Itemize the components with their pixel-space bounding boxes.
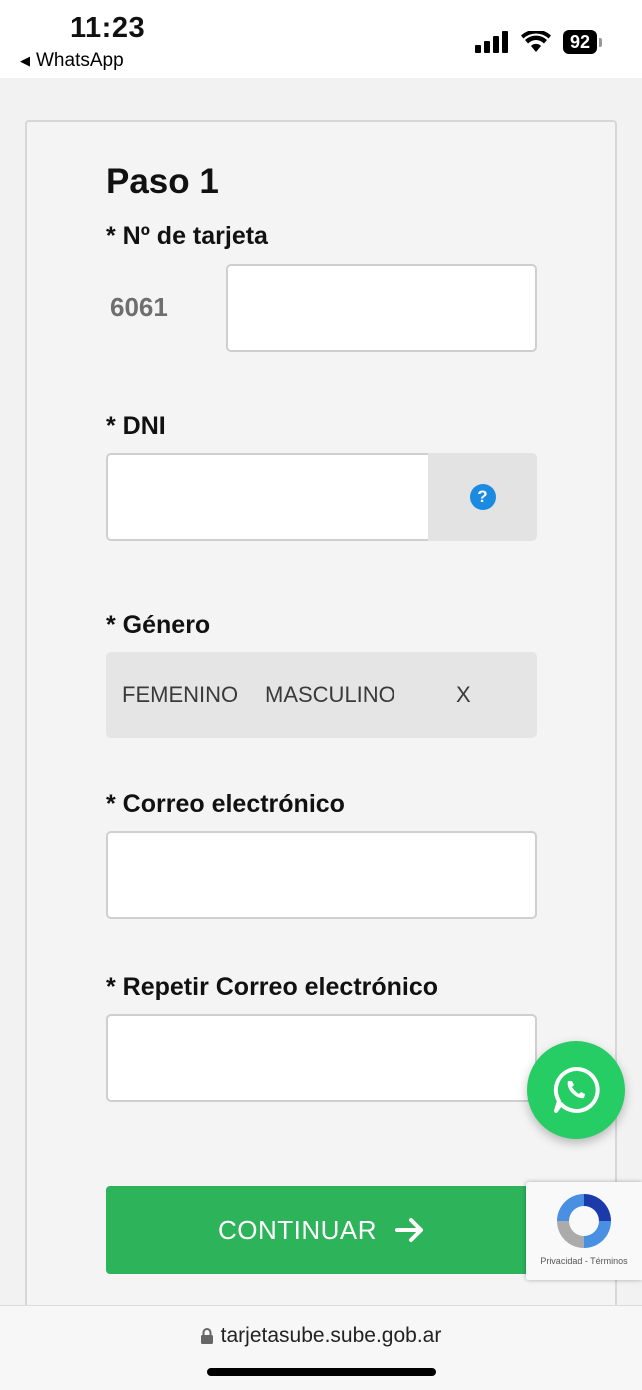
email-repeat-input[interactable]	[106, 1014, 537, 1102]
gender-option-femenino[interactable]: FEMENINO	[122, 682, 252, 708]
continue-label: CONTINUAR	[217, 1214, 378, 1245]
whatsapp-icon	[553, 1066, 600, 1113]
dni-label: * DNI	[106, 412, 166, 440]
card-number-prefix: 6061	[110, 292, 168, 322]
gender-option-masculino[interactable]: MASCULINO	[265, 682, 394, 708]
continue-button[interactable]: CONTINUAR	[106, 1186, 537, 1274]
status-icons: 92	[474, 30, 602, 54]
battery-nub	[599, 37, 602, 47]
dni-input[interactable]	[106, 453, 430, 541]
status-bar: 11:23 ◀ WhatsApp 92	[0, 0, 642, 78]
lock-icon	[200, 1328, 213, 1344]
browser-url-bar[interactable]: tarjetasube.sube.gob.ar	[0, 1305, 642, 1390]
dni-help-button[interactable]: ?	[428, 453, 537, 541]
whatsapp-chat-button[interactable]	[527, 1041, 625, 1139]
email-label: * Correo electrónico	[106, 790, 345, 818]
wifi-icon	[520, 31, 551, 52]
email-input[interactable]	[106, 831, 537, 919]
card-number-input[interactable]	[226, 264, 537, 352]
email-repeat-label: * Repetir Correo electrónico	[106, 973, 439, 1001]
signal-icon	[474, 31, 508, 53]
back-to-app-link[interactable]: ◀ WhatsApp	[20, 50, 124, 72]
url-text: tarjetasube.sube.gob.ar	[220, 1324, 442, 1347]
gender-selector: FEMENINO MASCULINO X	[106, 652, 537, 738]
back-app-label: WhatsApp	[36, 50, 124, 71]
battery-level: 92	[562, 30, 597, 54]
url-display[interactable]: tarjetasube.sube.gob.ar	[0, 1324, 642, 1348]
arrow-right-icon	[395, 1218, 424, 1242]
gender-option-x[interactable]: X	[456, 682, 476, 708]
card-number-label: * Nº de tarjeta	[106, 222, 268, 250]
help-icon: ?	[469, 484, 496, 510]
back-triangle-icon: ◀	[20, 53, 30, 68]
home-indicator[interactable]	[207, 1368, 436, 1376]
step-title: Paso 1	[106, 162, 219, 201]
recaptcha-legal-links[interactable]: Privacidad - Términos	[540, 1256, 627, 1266]
battery-indicator: 92	[562, 30, 602, 54]
clock: 11:23	[70, 12, 146, 44]
gender-label: * Género	[106, 611, 211, 639]
recaptcha-badge[interactable]: Privacidad - Términos	[526, 1182, 642, 1280]
dni-group: ?	[106, 453, 537, 541]
recaptcha-logo-icon	[557, 1194, 611, 1248]
